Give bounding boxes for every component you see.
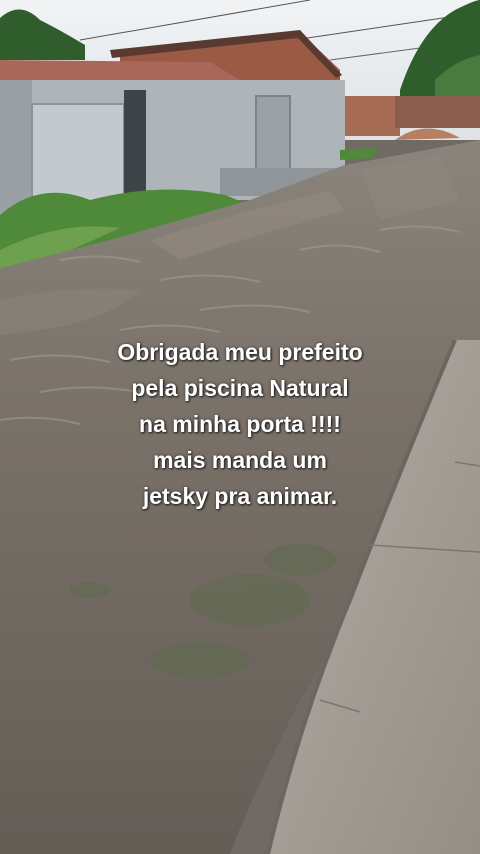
building-wall-shade — [0, 80, 32, 215]
caption-overlay: Obrigada meu prefeito pela piscina Natur… — [0, 334, 480, 514]
caption-line: pela piscina Natural — [131, 375, 349, 401]
caption-line: mais manda um — [153, 447, 327, 473]
grass-far — [340, 148, 378, 160]
metal-door — [255, 95, 291, 173]
garage-door — [31, 103, 125, 209]
pillar — [124, 90, 146, 202]
distant-wall-right — [395, 96, 480, 128]
caption-line: Obrigada meu prefeito — [117, 339, 363, 365]
caption-line: na minha porta !!!! — [139, 411, 341, 437]
distant-wall — [340, 96, 400, 136]
flooded-street-photo: Obrigada meu prefeito pela piscina Natur… — [0, 0, 480, 854]
caption-line: jetsky pra animar. — [142, 483, 338, 509]
